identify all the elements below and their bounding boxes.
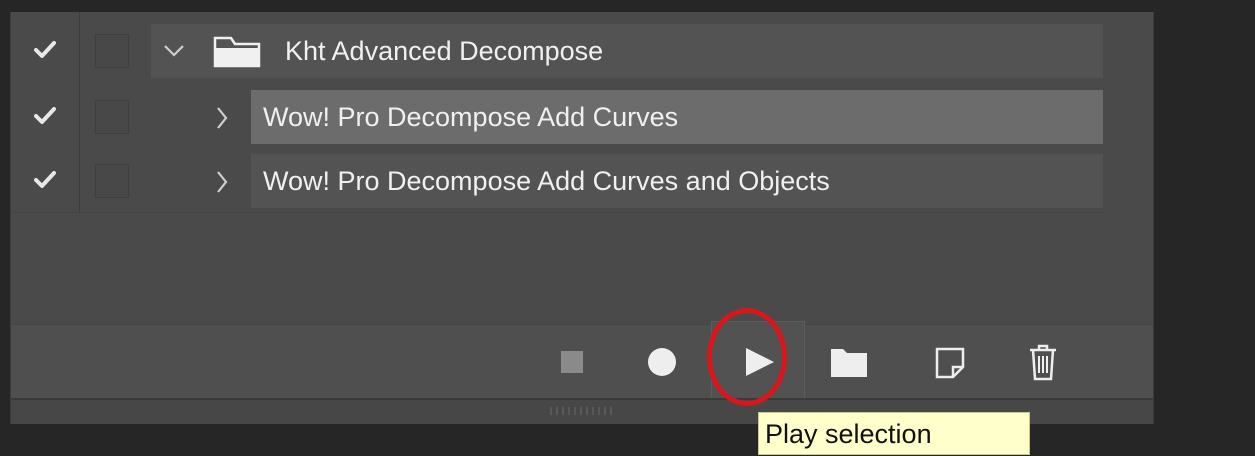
chevron-right-icon[interactable] <box>215 106 229 130</box>
checkmark-icon[interactable] <box>33 38 57 62</box>
dialog-toggle-box[interactable] <box>95 100 129 134</box>
record-icon[interactable] <box>647 325 677 399</box>
dialog-toggle-box[interactable] <box>95 164 129 198</box>
dialog-toggle-box[interactable] <box>95 34 129 68</box>
list-divider <box>11 212 1103 213</box>
new-set-folder-icon[interactable] <box>829 325 869 399</box>
new-action-icon[interactable] <box>933 325 967 399</box>
play-selection-tooltip: Play selection <box>758 412 1030 455</box>
checkmark-icon[interactable] <box>33 104 57 128</box>
action-label: Wow! Pro Decompose Add Curves <box>263 102 679 132</box>
action-row[interactable]: Wow! Pro Decompose Add Curves and Object… <box>11 152 1153 210</box>
resize-grip-icon[interactable] <box>547 406 617 416</box>
play-button-highlight-circle <box>707 308 787 406</box>
stop-icon[interactable] <box>559 325 585 399</box>
checkmark-icon[interactable] <box>33 168 57 192</box>
actions-toolbar <box>11 321 1153 400</box>
actions-list: Kht Advanced Decompose Wow! Pro Decompos… <box>11 12 1153 324</box>
chevron-down-icon[interactable] <box>163 42 185 58</box>
action-label: Wow! Pro Decompose Add Curves and Object… <box>263 166 830 196</box>
action-set-row[interactable]: Kht Advanced Decompose <box>11 22 1153 80</box>
actions-panel: Kht Advanced Decompose Wow! Pro Decompos… <box>10 12 1154 424</box>
action-row[interactable]: Wow! Pro Decompose Add Curves <box>11 88 1153 146</box>
folder-icon <box>213 36 261 68</box>
trash-icon[interactable] <box>1027 325 1059 399</box>
chevron-right-icon[interactable] <box>215 170 229 194</box>
action-set-label: Kht Advanced Decompose <box>285 36 604 66</box>
